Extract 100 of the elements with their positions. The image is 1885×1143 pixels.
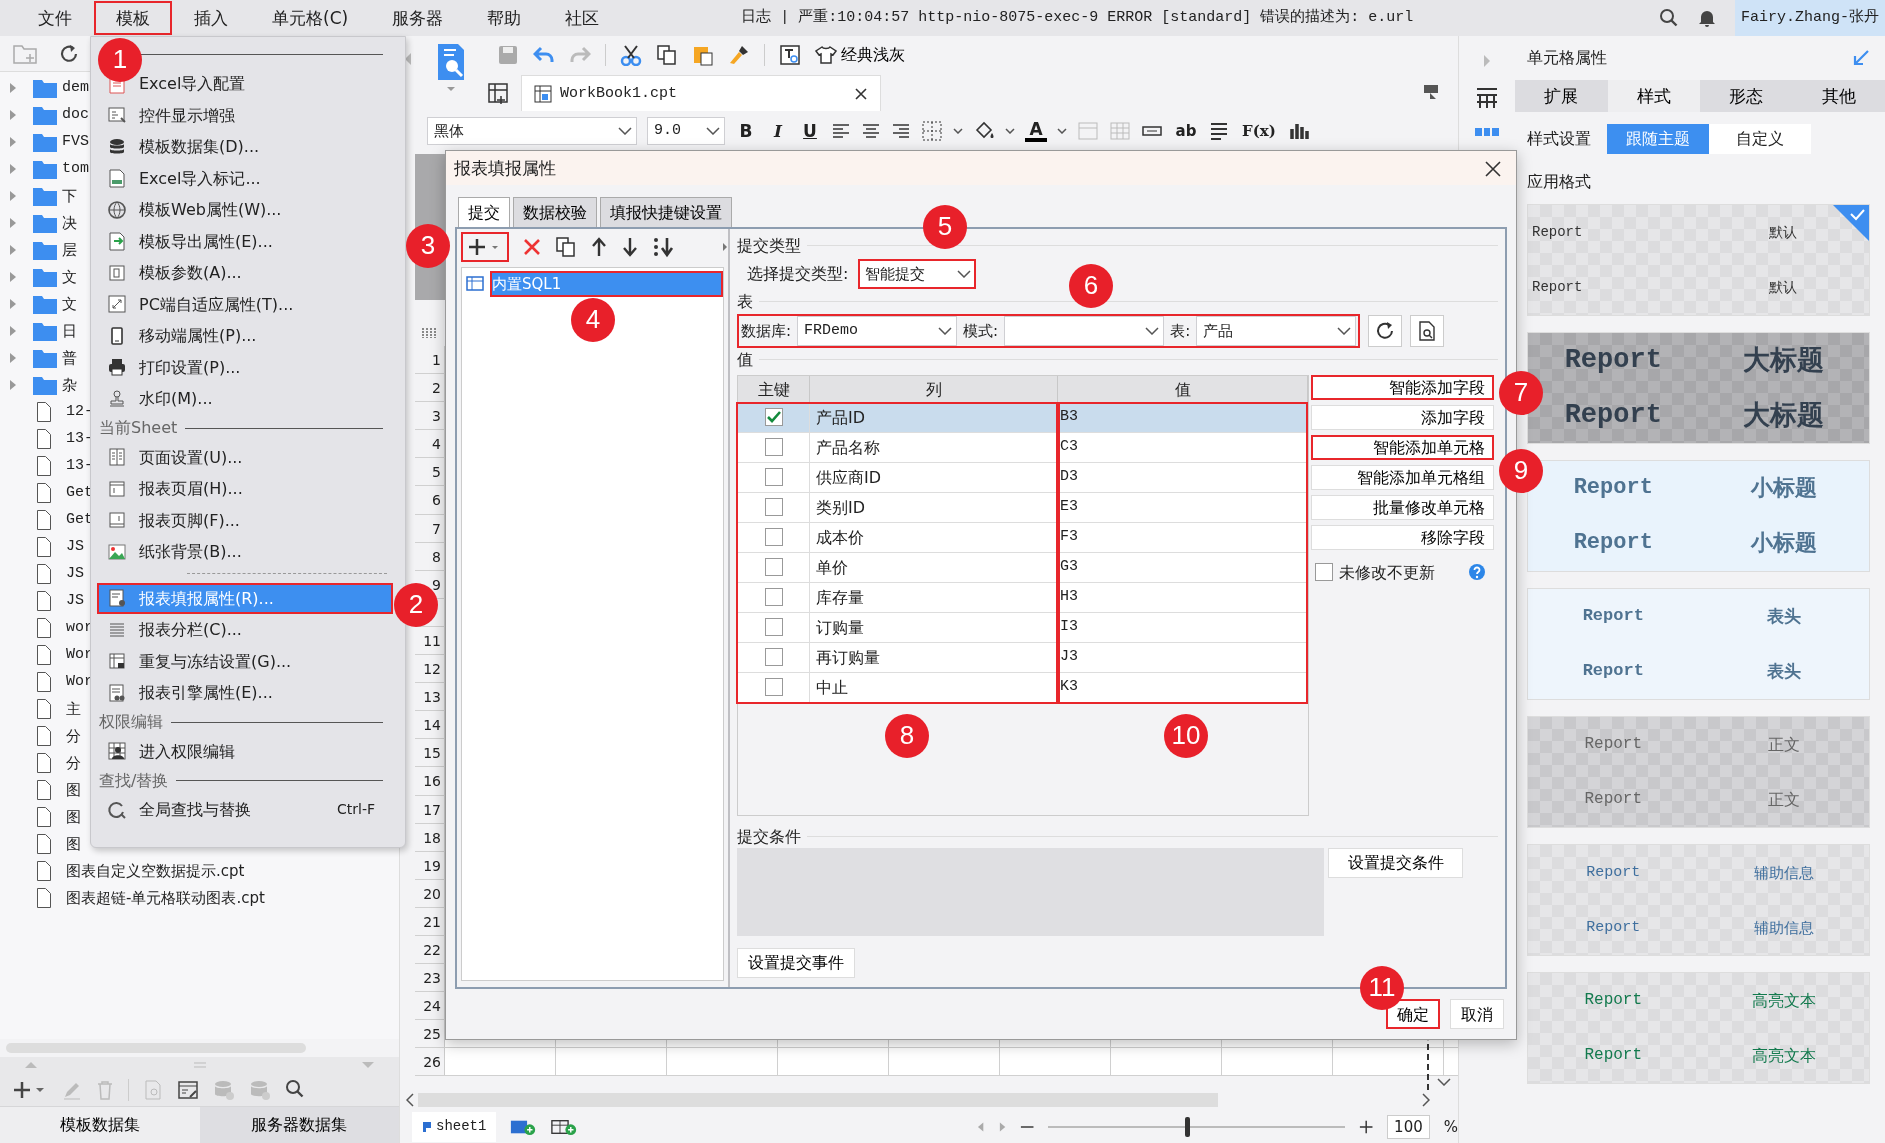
menu-item[interactable]: 模板参数(A)... bbox=[97, 257, 393, 289]
row-number[interactable]: 11 bbox=[423, 632, 441, 649]
select-all-icon[interactable] bbox=[421, 326, 439, 340]
row-number[interactable]: 4 bbox=[432, 436, 441, 453]
action-button[interactable]: 批量修改单元格 bbox=[1311, 494, 1494, 520]
align-left-icon[interactable] bbox=[831, 121, 851, 141]
dialog-tab[interactable]: 提交 bbox=[458, 196, 510, 227]
expand-arrow-icon[interactable] bbox=[9, 162, 17, 175]
table-row[interactable]: 订购量 I3 bbox=[738, 612, 1308, 643]
preview-button[interactable] bbox=[1410, 314, 1445, 347]
tree-item[interactable]: Wor bbox=[66, 645, 93, 664]
table-row[interactable]: 成本价 F3 bbox=[738, 522, 1308, 553]
menu-item[interactable]: 社区 bbox=[543, 1, 622, 35]
tree-item[interactable]: wor bbox=[66, 618, 93, 637]
caret-icon[interactable] bbox=[938, 326, 953, 335]
font-color-button[interactable]: A bbox=[1025, 120, 1047, 142]
dataset-tab[interactable]: 服务器数据集 bbox=[199, 1107, 399, 1143]
style-mode-toggle[interactable]: 自定义 bbox=[1709, 124, 1811, 154]
caret-icon[interactable] bbox=[1337, 326, 1352, 335]
copy-icon[interactable] bbox=[656, 44, 678, 66]
tree-item[interactable]: Wor bbox=[66, 672, 93, 691]
bold-button[interactable]: B bbox=[735, 120, 757, 142]
menu-item[interactable]: 报表页眉(H)... bbox=[97, 473, 393, 505]
zoom-slider-thumb[interactable] bbox=[1184, 1116, 1190, 1137]
scrollbar[interactable] bbox=[6, 1043, 306, 1053]
row-number[interactable]: 25 bbox=[423, 1026, 441, 1043]
tree-item[interactable]: 下 bbox=[62, 186, 77, 205]
tree-item[interactable]: doc bbox=[62, 105, 89, 124]
menu-item[interactable]: 服务器 bbox=[370, 1, 466, 35]
row-number[interactable]: 6 bbox=[432, 492, 441, 509]
refresh-icon[interactable] bbox=[1375, 320, 1396, 341]
menu-item[interactable]: Excel导入标记... bbox=[97, 162, 393, 194]
tree-item[interactable]: JS bbox=[66, 564, 84, 583]
copy-icon[interactable] bbox=[555, 235, 577, 258]
align-center-icon[interactable] bbox=[861, 121, 881, 141]
tree-item[interactable]: 图 bbox=[66, 780, 81, 799]
caret-icon[interactable] bbox=[1145, 326, 1160, 335]
menu-item[interactable]: 文件 bbox=[16, 1, 94, 35]
theme-button[interactable]: 经典浅灰 bbox=[815, 45, 905, 65]
menu-item[interactable]: 控件显示增强 bbox=[97, 99, 393, 131]
style-preset-card[interactable]: Report 高亮文本 Report 高亮文本 bbox=[1527, 972, 1870, 1084]
zoom-field[interactable]: 100 bbox=[1387, 1114, 1430, 1139]
menu-item[interactable]: 页面设置(U)... bbox=[97, 441, 393, 473]
scissors-icon[interactable] bbox=[620, 44, 642, 66]
row-number[interactable]: 1 bbox=[432, 352, 441, 368]
checkbox[interactable] bbox=[764, 558, 783, 577]
row-number[interactable]: 2 bbox=[432, 380, 441, 397]
table-row[interactable]: 再订购量 J3 bbox=[738, 642, 1308, 673]
move-up-icon[interactable] bbox=[590, 235, 608, 258]
row-number[interactable]: 26 bbox=[423, 1054, 441, 1071]
add-sheet-icon[interactable] bbox=[487, 82, 509, 104]
menu-item[interactable]: 全局查找与替换 Ctrl-F bbox=[97, 794, 393, 826]
table-row[interactable]: 单价 G3 bbox=[738, 552, 1308, 583]
set-condition-button[interactable]: 设置提交条件 bbox=[1328, 847, 1463, 878]
table-row[interactable]: 类别ID E3 bbox=[738, 492, 1308, 523]
expand-arrow-icon[interactable] bbox=[9, 297, 17, 310]
delete-icon[interactable] bbox=[522, 236, 542, 257]
expand-arrow-icon[interactable] bbox=[9, 108, 17, 121]
menu-item[interactable]: 模板数据集(D)... bbox=[97, 131, 393, 163]
file-tab[interactable]: WorkBook1.cpt bbox=[521, 75, 881, 111]
tree-item[interactable]: 日 bbox=[62, 321, 77, 340]
row-number[interactable]: 20 bbox=[423, 885, 441, 902]
menu-item[interactable]: 移动端属性(P)... bbox=[97, 320, 393, 352]
expand-arrow-icon[interactable] bbox=[9, 216, 17, 229]
help-icon[interactable] bbox=[1468, 563, 1486, 582]
style-preset-card[interactable]: Report 大标题 Report 大标题 bbox=[1527, 332, 1870, 444]
menu-item[interactable]: 打印设置(P)... bbox=[97, 351, 393, 383]
expand-right-icon[interactable] bbox=[722, 241, 728, 252]
row-number[interactable]: 22 bbox=[423, 941, 441, 958]
expand-arrow-icon[interactable] bbox=[9, 81, 17, 94]
checkbox[interactable] bbox=[764, 678, 783, 697]
tree-item[interactable]: 13- bbox=[66, 429, 93, 448]
row-number[interactable]: 24 bbox=[423, 998, 441, 1015]
formula-button[interactable]: F(x) bbox=[1239, 122, 1279, 140]
checkbox[interactable] bbox=[764, 408, 783, 427]
scroll-left-icon[interactable] bbox=[406, 1093, 414, 1107]
menu-item[interactable]: 插入 bbox=[172, 1, 250, 35]
style-preset-card[interactable]: Report 小标题 Report 小标题 bbox=[1527, 460, 1870, 572]
tree-item[interactable]: 图表自定义空数据提示.cpt bbox=[66, 861, 245, 880]
scroll-right-icon[interactable] bbox=[1422, 1093, 1430, 1107]
column-header[interactable]: 列 bbox=[810, 375, 1058, 403]
table-row[interactable]: 产品ID B3 bbox=[738, 402, 1308, 433]
schema-select[interactable] bbox=[1004, 315, 1165, 346]
checkbox[interactable] bbox=[764, 588, 783, 607]
style-preset-card[interactable]: Report 辅助信息 Report 辅助信息 bbox=[1527, 844, 1870, 956]
tree-item[interactable]: Get bbox=[66, 510, 93, 529]
zoom-in-icon[interactable] bbox=[1358, 1118, 1374, 1135]
style-preset-card[interactable]: Report 正文 Report 正文 bbox=[1527, 716, 1870, 828]
expand-arrow-icon[interactable] bbox=[9, 378, 17, 391]
menu-item[interactable]: 模板 bbox=[94, 1, 172, 35]
tree-item[interactable]: 图表超链-单元格联动图表.cpt bbox=[66, 888, 265, 907]
drag-handle-icon[interactable] bbox=[193, 1062, 206, 1068]
action-button[interactable]: 智能添加字段 bbox=[1311, 374, 1494, 400]
column-header[interactable]: 值 bbox=[1058, 375, 1308, 403]
menu-item[interactable]: 重复与冻结设置(G)... bbox=[97, 645, 393, 677]
paste-icon[interactable] bbox=[692, 44, 714, 66]
brush-icon[interactable] bbox=[728, 44, 750, 66]
action-button[interactable]: 移除字段 bbox=[1311, 524, 1494, 550]
text-button[interactable]: ab bbox=[1173, 122, 1199, 140]
tree-item[interactable]: Get bbox=[66, 483, 93, 502]
